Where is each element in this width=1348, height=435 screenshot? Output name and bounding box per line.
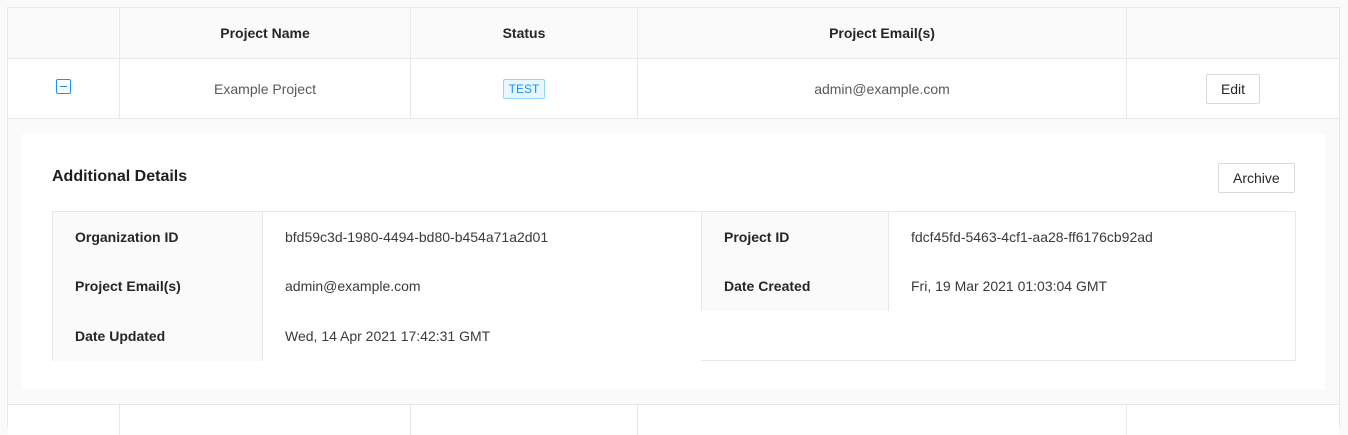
collapse-row-icon[interactable]	[56, 79, 71, 94]
details-row: Organization ID bfd59c3d-1980-4494-bd80-…	[53, 212, 1295, 262]
empty-cell	[638, 405, 1127, 435]
header-expand-column	[8, 8, 120, 58]
details-descriptions: Organization ID bfd59c3d-1980-4494-bd80-…	[52, 211, 1296, 361]
empty-cell	[8, 405, 120, 435]
header-actions	[1127, 8, 1339, 58]
project-email-cell: admin@example.com	[638, 59, 1127, 118]
date-updated-label: Date Updated	[53, 311, 263, 361]
status-cell: TEST	[411, 59, 638, 118]
org-id-label: Organization ID	[53, 212, 263, 262]
project-id-value: fdcf45fd-5463-4cf1-aa28-ff6176cb92ad	[889, 212, 1295, 262]
projects-table: Project Name Status Project Email(s) Exa…	[7, 7, 1340, 435]
expand-cell	[8, 59, 120, 118]
actions-cell: Edit	[1127, 59, 1339, 118]
org-id-value: bfd59c3d-1980-4494-bd80-b454a71a2d01	[263, 212, 701, 262]
table-row	[8, 405, 1339, 435]
emails-value: admin@example.com	[263, 261, 701, 311]
header-status: Status	[411, 8, 638, 58]
additional-details-card: Additional Details Archive Organization …	[22, 134, 1325, 390]
details-title: Additional Details	[52, 168, 188, 185]
date-updated-value: Wed, 14 Apr 2021 17:42:31 GMT	[263, 311, 701, 361]
expanded-row: Additional Details Archive Organization …	[8, 119, 1339, 405]
details-row: Project Email(s) admin@example.com Date …	[53, 261, 1295, 311]
date-created-value: Fri, 19 Mar 2021 01:03:04 GMT	[889, 261, 1295, 311]
edit-button[interactable]: Edit	[1205, 73, 1261, 104]
archive-button[interactable]: Archive	[1218, 163, 1295, 193]
project-id-label: Project ID	[701, 212, 889, 262]
project-name-cell: Example Project	[120, 59, 411, 118]
header-project-emails: Project Email(s)	[638, 8, 1127, 58]
empty-cell	[411, 405, 638, 435]
table-header: Project Name Status Project Email(s)	[8, 8, 1339, 59]
empty-cell	[120, 405, 411, 435]
emails-label: Project Email(s)	[53, 261, 263, 311]
empty-cell	[1127, 405, 1339, 435]
date-created-label: Date Created	[701, 261, 889, 311]
details-row: Date Updated Wed, 14 Apr 2021 17:42:31 G…	[53, 311, 1295, 361]
status-badge: TEST	[502, 78, 546, 99]
header-project-name: Project Name	[120, 8, 411, 58]
table-row: Example Project TEST admin@example.com E…	[8, 59, 1339, 119]
